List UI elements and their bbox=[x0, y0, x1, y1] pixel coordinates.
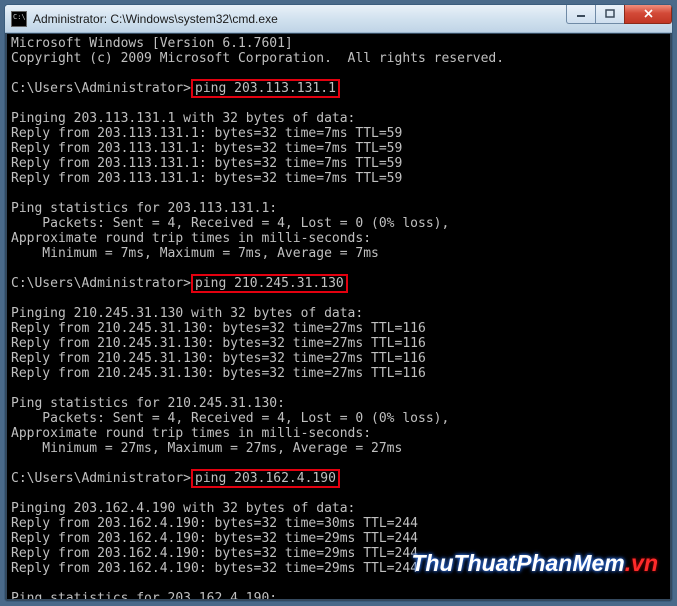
prompt: C:\Users\Administrator> bbox=[11, 276, 191, 291]
ping-command-3: ping 203.162.4.190 bbox=[191, 469, 340, 488]
stats-header: Ping statistics for 210.245.31.130: bbox=[11, 396, 285, 411]
stats-header: Ping statistics for 203.162.4.190: bbox=[11, 591, 277, 601]
ping-reply: Reply from 203.162.4.190: bytes=32 time=… bbox=[11, 516, 418, 531]
ping-command-2: ping 210.245.31.130 bbox=[191, 274, 348, 293]
titlebar[interactable]: Administrator: C:\Windows\system32\cmd.e… bbox=[5, 5, 672, 33]
maximize-button[interactable] bbox=[595, 5, 625, 24]
pinging-line: Pinging 203.113.131.1 with 32 bytes of d… bbox=[11, 111, 355, 126]
ping-reply: Reply from 203.162.4.190: bytes=32 time=… bbox=[11, 531, 418, 546]
os-version: Microsoft Windows [Version 6.1.7601] bbox=[11, 36, 293, 51]
ping-reply: Reply from 203.162.4.190: bytes=32 time=… bbox=[11, 561, 418, 576]
stats-header: Ping statistics for 203.113.131.1: bbox=[11, 201, 277, 216]
ping-reply: Reply from 203.113.131.1: bytes=32 time=… bbox=[11, 171, 402, 186]
pinging-line: Pinging 210.245.31.130 with 32 bytes of … bbox=[11, 306, 363, 321]
rtt-line: Minimum = 7ms, Maximum = 7ms, Average = … bbox=[11, 246, 379, 261]
cmd-icon bbox=[11, 11, 27, 27]
ping-reply: Reply from 210.245.31.130: bytes=32 time… bbox=[11, 321, 426, 336]
ping-reply: Reply from 203.113.131.1: bytes=32 time=… bbox=[11, 141, 402, 156]
ping-reply: Reply from 210.245.31.130: bytes=32 time… bbox=[11, 351, 426, 366]
app-window: Administrator: C:\Windows\system32\cmd.e… bbox=[4, 4, 673, 602]
prompt: C:\Users\Administrator> bbox=[11, 471, 191, 486]
copyright-line: Copyright (c) 2009 Microsoft Corporation… bbox=[11, 51, 504, 66]
ping-reply: Reply from 203.113.131.1: bytes=32 time=… bbox=[11, 126, 402, 141]
ping-reply: Reply from 203.113.131.1: bytes=32 time=… bbox=[11, 156, 402, 171]
terminal-output[interactable]: Microsoft Windows [Version 6.1.7601] Cop… bbox=[5, 33, 672, 601]
close-button[interactable] bbox=[624, 5, 672, 24]
ping-reply: Reply from 210.245.31.130: bytes=32 time… bbox=[11, 366, 426, 381]
ping-reply: Reply from 210.245.31.130: bytes=32 time… bbox=[11, 336, 426, 351]
packets-line: Packets: Sent = 4, Received = 4, Lost = … bbox=[11, 411, 449, 426]
watermark: ThuThuatPhanMem.vn bbox=[411, 556, 658, 571]
minimize-button[interactable] bbox=[566, 5, 596, 24]
prompt: C:\Users\Administrator> bbox=[11, 81, 191, 96]
rtt-header: Approximate round trip times in milli-se… bbox=[11, 231, 371, 246]
rtt-header: Approximate round trip times in milli-se… bbox=[11, 426, 371, 441]
packets-line: Packets: Sent = 4, Received = 4, Lost = … bbox=[11, 216, 449, 231]
ping-command-1: ping 203.113.131.1 bbox=[191, 79, 340, 98]
ping-reply: Reply from 203.162.4.190: bytes=32 time=… bbox=[11, 546, 418, 561]
pinging-line: Pinging 203.162.4.190 with 32 bytes of d… bbox=[11, 501, 355, 516]
window-title: Administrator: C:\Windows\system32\cmd.e… bbox=[33, 12, 567, 26]
window-controls bbox=[567, 5, 672, 32]
rtt-line: Minimum = 27ms, Maximum = 27ms, Average … bbox=[11, 441, 402, 456]
